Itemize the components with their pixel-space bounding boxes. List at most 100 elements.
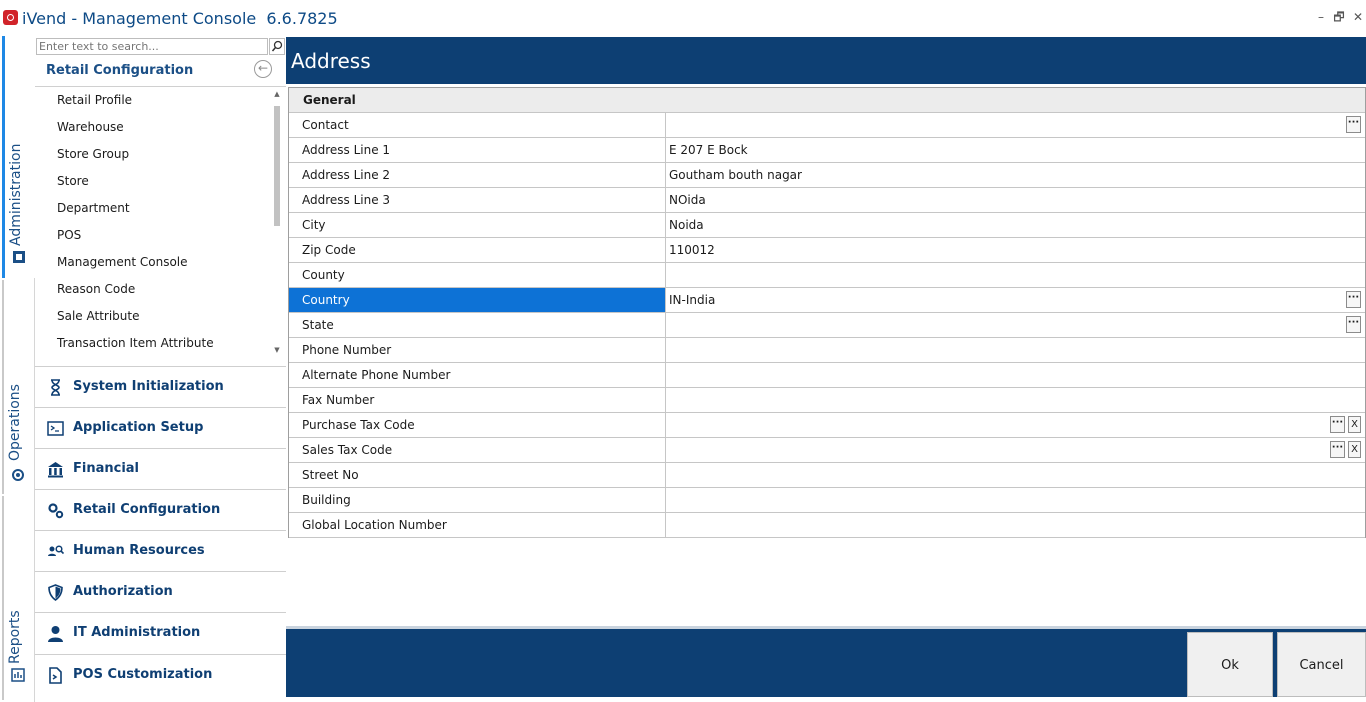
property-row-sales-tax-code[interactable]: Sales Tax Code ··· X [289, 438, 1365, 463]
property-row-global-location-number[interactable]: Global Location Number [289, 513, 1365, 538]
back-arrow-icon[interactable]: ← [254, 60, 272, 78]
property-row-city[interactable]: City Noida [289, 213, 1365, 238]
tab-administration[interactable]: Administration [2, 36, 35, 278]
tab-operations[interactable]: Operations [2, 280, 34, 494]
hourglass-icon [51, 379, 60, 396]
nav-group-human-resources[interactable]: Human Resources [35, 530, 286, 572]
property-value[interactable]: Noida [669, 218, 704, 232]
cancel-button[interactable]: Cancel [1277, 632, 1366, 697]
nav-group-label: POS Customization [73, 667, 213, 682]
nav-group-label: IT Administration [73, 625, 201, 640]
property-row-purchase-tax-code[interactable]: Purchase Tax Code ··· X [289, 413, 1365, 438]
nav-item-management-console[interactable]: Management Console [57, 255, 188, 269]
property-row-contact[interactable]: Contact ··· [289, 113, 1365, 138]
scroll-down-icon[interactable]: ▼ [272, 346, 282, 356]
main-header: Address [286, 37, 1366, 84]
category-label: General [303, 93, 356, 107]
property-value[interactable]: 110012 [669, 243, 715, 257]
property-name: Address Line 1 [289, 138, 666, 162]
property-row-address-line-3[interactable]: Address Line 3 NOida [289, 188, 1365, 213]
nav-group-application-setup[interactable]: Application Setup [35, 407, 286, 449]
property-value[interactable]: NOida [669, 193, 706, 207]
clear-button[interactable]: X [1348, 416, 1361, 433]
ellipsis-button[interactable]: ··· [1346, 291, 1361, 308]
nav-item-pos[interactable]: POS [57, 228, 81, 242]
property-row-zip-code[interactable]: Zip Code 110012 [289, 238, 1365, 263]
property-row-address-line-1[interactable]: Address Line 1 E 207 E Bock [289, 138, 1365, 163]
category-header: General [289, 88, 1365, 113]
property-name: Address Line 2 [289, 163, 666, 187]
nav-item-transaction-item-attribute[interactable]: Transaction Item Attribute [57, 336, 214, 350]
nav-group-label: System Initialization [73, 379, 224, 394]
tab-reports[interactable]: Reports [2, 496, 34, 700]
property-name: Global Location Number [289, 513, 666, 537]
property-row-street-no[interactable]: Street No [289, 463, 1365, 488]
property-row-country[interactable]: Country IN-India ··· [289, 288, 1365, 313]
property-row-building[interactable]: Building [289, 488, 1365, 513]
app-version: 6.6.7825 [266, 9, 338, 28]
tab-operations-label: Operations [7, 384, 23, 461]
property-name: State [289, 313, 666, 337]
nav-group-system-initialization[interactable]: System Initialization [35, 366, 286, 408]
scroll-up-icon[interactable]: ▲ [272, 90, 282, 100]
app-title: iVend - Management Console [22, 9, 257, 28]
nav-group-label: Application Setup [73, 420, 204, 435]
property-row-fax-number[interactable]: Fax Number [289, 388, 1365, 413]
shield-icon [48, 584, 63, 601]
nav-item-retail-profile[interactable]: Retail Profile [57, 93, 132, 107]
nav-group-label: Financial [73, 461, 140, 476]
tab-administration-label: Administration [8, 143, 24, 246]
nav-item-warehouse[interactable]: Warehouse [57, 120, 124, 134]
section-title: Retail Configuration [46, 63, 194, 78]
search-icon [271, 40, 283, 52]
nav-group-financial[interactable]: Financial [35, 448, 286, 490]
minimize-button[interactable]: – [1311, 8, 1331, 26]
property-name: Contact [289, 113, 666, 137]
close-button[interactable]: ✕ [1348, 8, 1366, 26]
admin-icon [13, 251, 25, 263]
property-name: Street No [289, 463, 666, 487]
property-name: Alternate Phone Number [289, 363, 666, 387]
ellipsis-button[interactable]: ··· [1330, 441, 1345, 458]
property-name: Country [289, 288, 666, 312]
people-search-icon [48, 545, 64, 556]
ellipsis-button[interactable]: ··· [1330, 416, 1345, 433]
restore-button[interactable]: 🗗 [1329, 8, 1349, 26]
property-name: Address Line 3 [289, 188, 666, 212]
ok-button[interactable]: Ok [1187, 632, 1273, 697]
property-row-address-line-2[interactable]: Address Line 2 Goutham bouth nagar [289, 163, 1365, 188]
property-name: Building [289, 488, 666, 512]
nav-item-reason-code[interactable]: Reason Code [57, 282, 135, 296]
terminal-icon [47, 421, 64, 436]
ellipsis-button[interactable]: ··· [1346, 316, 1361, 333]
scrollbar[interactable]: ▲ ▼ [272, 90, 282, 358]
property-row-state[interactable]: State ··· [289, 313, 1365, 338]
nav-group-label: Human Resources [73, 543, 205, 558]
search-input[interactable] [36, 38, 268, 55]
property-grid: General Contact ··· Address Line 1 E 207… [288, 87, 1366, 538]
property-value[interactable]: IN-India [669, 293, 715, 307]
property-value[interactable]: E 207 E Bock [669, 143, 748, 157]
scroll-thumb[interactable] [274, 106, 280, 226]
property-value[interactable]: Goutham bouth nagar [669, 168, 802, 182]
property-row-county[interactable]: County [289, 263, 1365, 288]
search-button[interactable] [269, 38, 285, 55]
nav-group-it-administration[interactable]: IT Administration [35, 612, 286, 654]
clear-button[interactable]: X [1348, 441, 1361, 458]
nav-item-sale-attribute[interactable]: Sale Attribute [57, 309, 140, 323]
nav-group-retail-configuration[interactable]: Retail Configuration [35, 489, 286, 531]
property-row-alternate-phone-number[interactable]: Alternate Phone Number [289, 363, 1365, 388]
nav-item-store-group[interactable]: Store Group [57, 147, 129, 161]
bank-icon [48, 462, 63, 478]
nav-group-pos-customization[interactable]: POS Customization [35, 654, 286, 696]
ellipsis-button[interactable]: ··· [1346, 116, 1361, 133]
navigation-panel: Retail Configuration ← Retail Profile Wa… [35, 37, 286, 697]
user-admin-icon [48, 626, 63, 642]
reports-icon [11, 668, 25, 682]
nav-item-store[interactable]: Store [57, 174, 89, 188]
nav-item-department[interactable]: Department [57, 201, 130, 215]
gear-icon [12, 469, 24, 481]
property-row-phone-number[interactable]: Phone Number [289, 338, 1365, 363]
property-name: City [289, 213, 666, 237]
nav-group-authorization[interactable]: Authorization [35, 571, 286, 613]
